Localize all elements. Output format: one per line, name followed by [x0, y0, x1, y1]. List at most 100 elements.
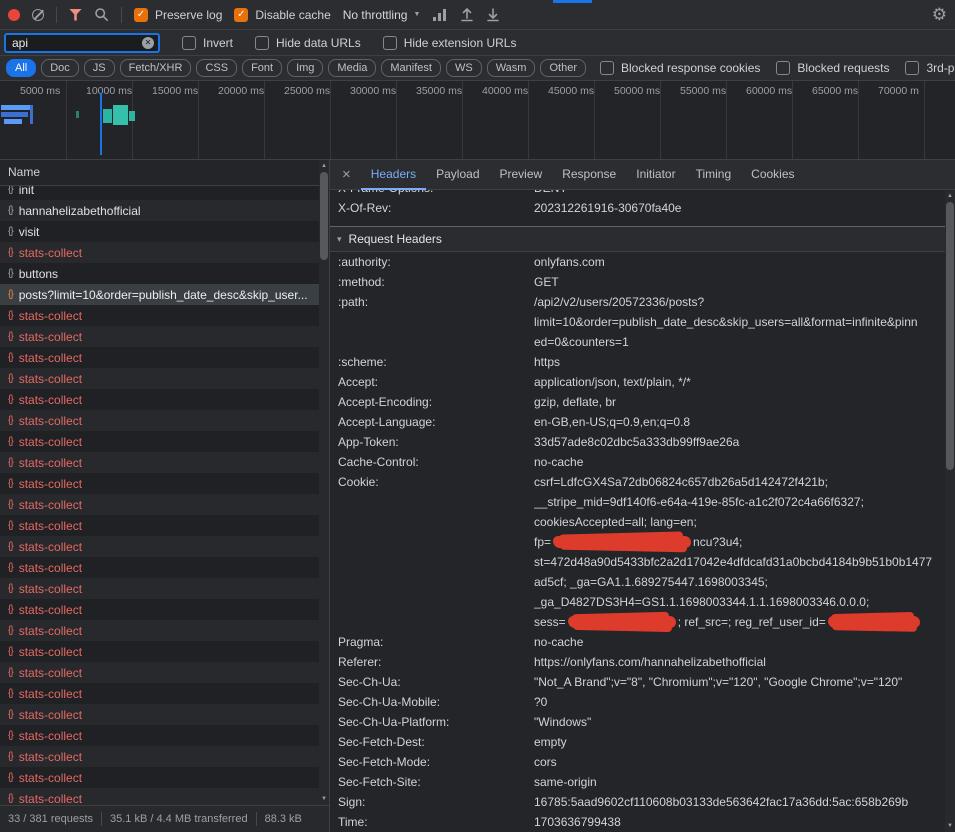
- gear-icon: ⚙: [932, 6, 947, 23]
- request-row[interactable]: {}visit: [0, 221, 319, 242]
- filter-checkbox-blocked-response-cookies[interactable]: Blocked response cookies: [600, 61, 760, 75]
- tab-headers[interactable]: Headers: [361, 160, 426, 190]
- settings-button[interactable]: ⚙: [932, 6, 947, 23]
- network-conditions-button[interactable]: [432, 8, 448, 22]
- scroll-down-icon[interactable]: ▼: [947, 820, 953, 832]
- type-filter-doc[interactable]: Doc: [41, 59, 79, 77]
- scrollbar-thumb[interactable]: [320, 172, 328, 260]
- type-filter-ws[interactable]: WS: [446, 59, 482, 77]
- tab-response[interactable]: Response: [552, 160, 626, 190]
- request-row[interactable]: {}stats-collect: [0, 767, 319, 788]
- export-har-button[interactable]: [486, 7, 500, 22]
- filter-toggle-button[interactable]: [69, 9, 82, 21]
- filter-checkbox-3rd-party-requests[interactable]: 3rd-party requests: [905, 61, 955, 75]
- request-row[interactable]: {}posts?limit=10&order=publish_date_desc…: [0, 284, 319, 305]
- request-row[interactable]: {}stats-collect: [0, 725, 319, 746]
- request-row[interactable]: {}stats-collect: [0, 431, 319, 452]
- type-filter-all[interactable]: All: [6, 59, 36, 77]
- request-row[interactable]: {}stats-collect: [0, 452, 319, 473]
- header-row: Sec-Ch-Ua-Platform:"Windows": [330, 712, 945, 732]
- invert-checkbox[interactable]: Invert: [182, 36, 233, 50]
- details-scrollbar[interactable]: ▲ ▼: [945, 190, 955, 832]
- tab-payload[interactable]: Payload: [426, 160, 489, 190]
- tab-cookies[interactable]: Cookies: [741, 160, 804, 190]
- clear-button[interactable]: [32, 9, 44, 21]
- request-row[interactable]: {}stats-collect: [0, 788, 319, 805]
- scrollbar-thumb[interactable]: [946, 202, 954, 470]
- request-row[interactable]: {}stats-collect: [0, 389, 319, 410]
- request-row[interactable]: {}stats-collect: [0, 242, 319, 263]
- clear-filter-icon[interactable]: ✕: [142, 37, 154, 49]
- type-filter-manifest[interactable]: Manifest: [381, 59, 441, 77]
- type-filter-other[interactable]: Other: [540, 59, 586, 77]
- request-row[interactable]: {}stats-collect: [0, 557, 319, 578]
- request-row[interactable]: {}stats-collect: [0, 347, 319, 368]
- scroll-up-icon[interactable]: ▲: [321, 160, 327, 172]
- hide-data-urls-checkbox[interactable]: Hide data URLs: [255, 36, 361, 50]
- request-headers-section[interactable]: ▾ Request Headers: [330, 226, 945, 252]
- request-row[interactable]: {}stats-collect: [0, 683, 319, 704]
- request-row[interactable]: {}stats-collect: [0, 536, 319, 557]
- filter-input[interactable]: [8, 36, 138, 50]
- type-filter-wasm[interactable]: Wasm: [487, 59, 536, 77]
- search-icon: [94, 7, 109, 22]
- request-row[interactable]: {}init: [0, 186, 319, 200]
- filter-input-wrap: ✕: [4, 33, 160, 53]
- type-filter-media[interactable]: Media: [328, 59, 376, 77]
- disable-cache-checkbox[interactable]: Disable cache: [234, 8, 330, 22]
- type-filter-img[interactable]: Img: [287, 59, 323, 77]
- record-button[interactable]: [8, 9, 20, 21]
- status-divider: [256, 812, 257, 826]
- type-filter-fetch-xhr[interactable]: Fetch/XHR: [120, 59, 192, 77]
- request-row[interactable]: {}stats-collect: [0, 494, 319, 515]
- request-row[interactable]: {}stats-collect: [0, 641, 319, 662]
- throttling-dropdown[interactable]: No throttling ▼: [343, 8, 421, 22]
- hide-extension-urls-checkbox[interactable]: Hide extension URLs: [383, 36, 517, 50]
- timeline-gridline: [264, 81, 265, 159]
- import-har-button[interactable]: [460, 7, 474, 22]
- request-row[interactable]: {}hannahelizabethofficial: [0, 200, 319, 221]
- waterfall-bar: [113, 105, 128, 125]
- request-row[interactable]: {}stats-collect: [0, 305, 319, 326]
- script-icon: {}: [8, 520, 13, 531]
- request-list-panel: Name {}init{}hannahelizabethofficial{}vi…: [0, 160, 330, 832]
- type-filter-css[interactable]: CSS: [196, 59, 237, 77]
- checkbox-checked-icon: [134, 8, 148, 22]
- request-name: stats-collect: [19, 729, 82, 743]
- header-name: Sec-Ch-Ua-Mobile:: [338, 692, 534, 712]
- type-filter-js[interactable]: JS: [84, 59, 115, 77]
- scroll-down-icon[interactable]: ▼: [321, 793, 327, 805]
- header-value-text: ncu?3u4;: [693, 535, 742, 549]
- scroll-up-icon[interactable]: ▲: [947, 190, 953, 202]
- tab-initiator[interactable]: Initiator: [626, 160, 685, 190]
- request-row[interactable]: {}stats-collect: [0, 578, 319, 599]
- timeline-overview[interactable]: 5000 ms10000 ms15000 ms20000 ms25000 ms3…: [0, 81, 955, 160]
- request-row[interactable]: {}stats-collect: [0, 368, 319, 389]
- request-row[interactable]: {}stats-collect: [0, 515, 319, 536]
- request-row[interactable]: {}stats-collect: [0, 662, 319, 683]
- header-row: Cookie:csrf=LdfcGX4Sa72db06824c657db26a5…: [330, 472, 945, 632]
- type-filter-font[interactable]: Font: [242, 59, 282, 77]
- request-row[interactable]: {}stats-collect: [0, 326, 319, 347]
- request-row[interactable]: {}stats-collect: [0, 746, 319, 767]
- request-row[interactable]: {}stats-collect: [0, 410, 319, 431]
- name-column-label: Name: [8, 165, 40, 179]
- header-row: Sign:16785:5aad9602cf110608b03133de56364…: [330, 792, 945, 812]
- filter-checkbox-blocked-requests[interactable]: Blocked requests: [776, 61, 889, 75]
- request-row[interactable]: {}stats-collect: [0, 704, 319, 725]
- preserve-log-checkbox[interactable]: Preserve log: [134, 8, 222, 22]
- timeline-label: 60000 ms: [746, 85, 792, 97]
- header-name: Sec-Fetch-Mode:: [338, 752, 534, 772]
- tab-timing[interactable]: Timing: [686, 160, 742, 190]
- requests-scrollbar[interactable]: ▲ ▼: [319, 160, 329, 805]
- request-row[interactable]: {}stats-collect: [0, 620, 319, 641]
- header-row: :scheme:https: [330, 352, 945, 372]
- request-row[interactable]: {}buttons: [0, 263, 319, 284]
- tab-preview[interactable]: Preview: [490, 160, 553, 190]
- request-row[interactable]: {}stats-collect: [0, 473, 319, 494]
- close-icon[interactable]: ×: [332, 166, 361, 183]
- search-button[interactable]: [94, 7, 109, 22]
- timeline-label: 45000 ms: [548, 85, 594, 97]
- name-column-header[interactable]: Name: [0, 160, 319, 186]
- request-row[interactable]: {}stats-collect: [0, 599, 319, 620]
